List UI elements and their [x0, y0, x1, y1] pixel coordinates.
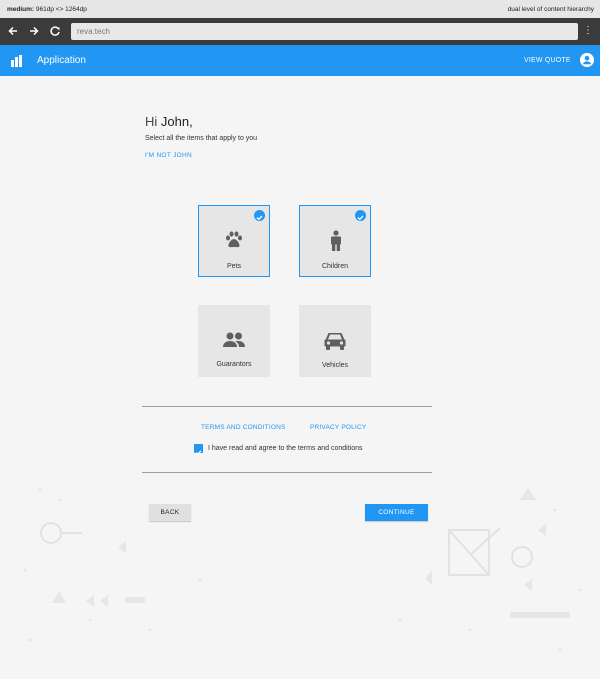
app-logo-icon [11, 54, 23, 72]
account-icon[interactable] [580, 53, 594, 67]
continue-button[interactable]: CONTINUE [365, 504, 428, 521]
browser-toolbar: reva.tech ⋮ [0, 18, 600, 45]
child-icon [329, 230, 343, 257]
option-card-children[interactable]: Children [299, 205, 371, 277]
reload-icon[interactable] [48, 24, 62, 38]
greeting-subtitle: Select all the items that apply to you [145, 135, 258, 142]
app-bar: Application VIEW QUOTE [0, 45, 600, 76]
paw-icon [224, 230, 244, 255]
option-label: Vehicles [321, 362, 349, 369]
option-card-guarantors[interactable]: Guarantors [198, 305, 270, 377]
back-button[interactable]: BACK [149, 504, 191, 521]
device-size-bar: medium: 961dp <> 1264dp dual level of co… [0, 0, 600, 18]
browser-menu-icon[interactable]: ⋮ [583, 24, 593, 38]
option-card-vehicles[interactable]: Vehicles [299, 305, 371, 377]
view-quote-button[interactable]: VIEW QUOTE [524, 57, 571, 64]
decorative-background [23, 488, 582, 652]
forward-arrow-icon[interactable] [27, 24, 41, 38]
not-user-link[interactable]: I'M NOT JOHN [145, 152, 192, 159]
greeting-heading: Hi John, [145, 114, 193, 129]
option-label: Guarantors [216, 361, 252, 368]
terms-link[interactable]: TERMS AND CONDITIONS [201, 424, 286, 431]
people-icon [222, 332, 246, 353]
car-icon [324, 331, 346, 356]
device-bar-caption: dual level of content hierarchy [507, 6, 594, 13]
address-bar[interactable]: reva.tech [71, 23, 578, 40]
selected-check-icon [254, 210, 265, 221]
option-card-pets[interactable]: Pets [198, 205, 270, 277]
device-size-label: medium: 961dp <> 1264dp [7, 6, 87, 13]
option-label: Pets [226, 263, 241, 270]
selected-check-icon [355, 210, 366, 221]
divider [142, 472, 432, 473]
divider [142, 406, 432, 407]
privacy-link[interactable]: PRIVACY POLICY [310, 424, 366, 431]
back-arrow-icon[interactable] [6, 24, 20, 38]
agree-checkbox[interactable] [194, 444, 203, 456]
option-label: Children [321, 263, 349, 270]
agree-label: I have read and agree to the terms and c… [208, 445, 363, 452]
app-title: Application [37, 55, 86, 66]
